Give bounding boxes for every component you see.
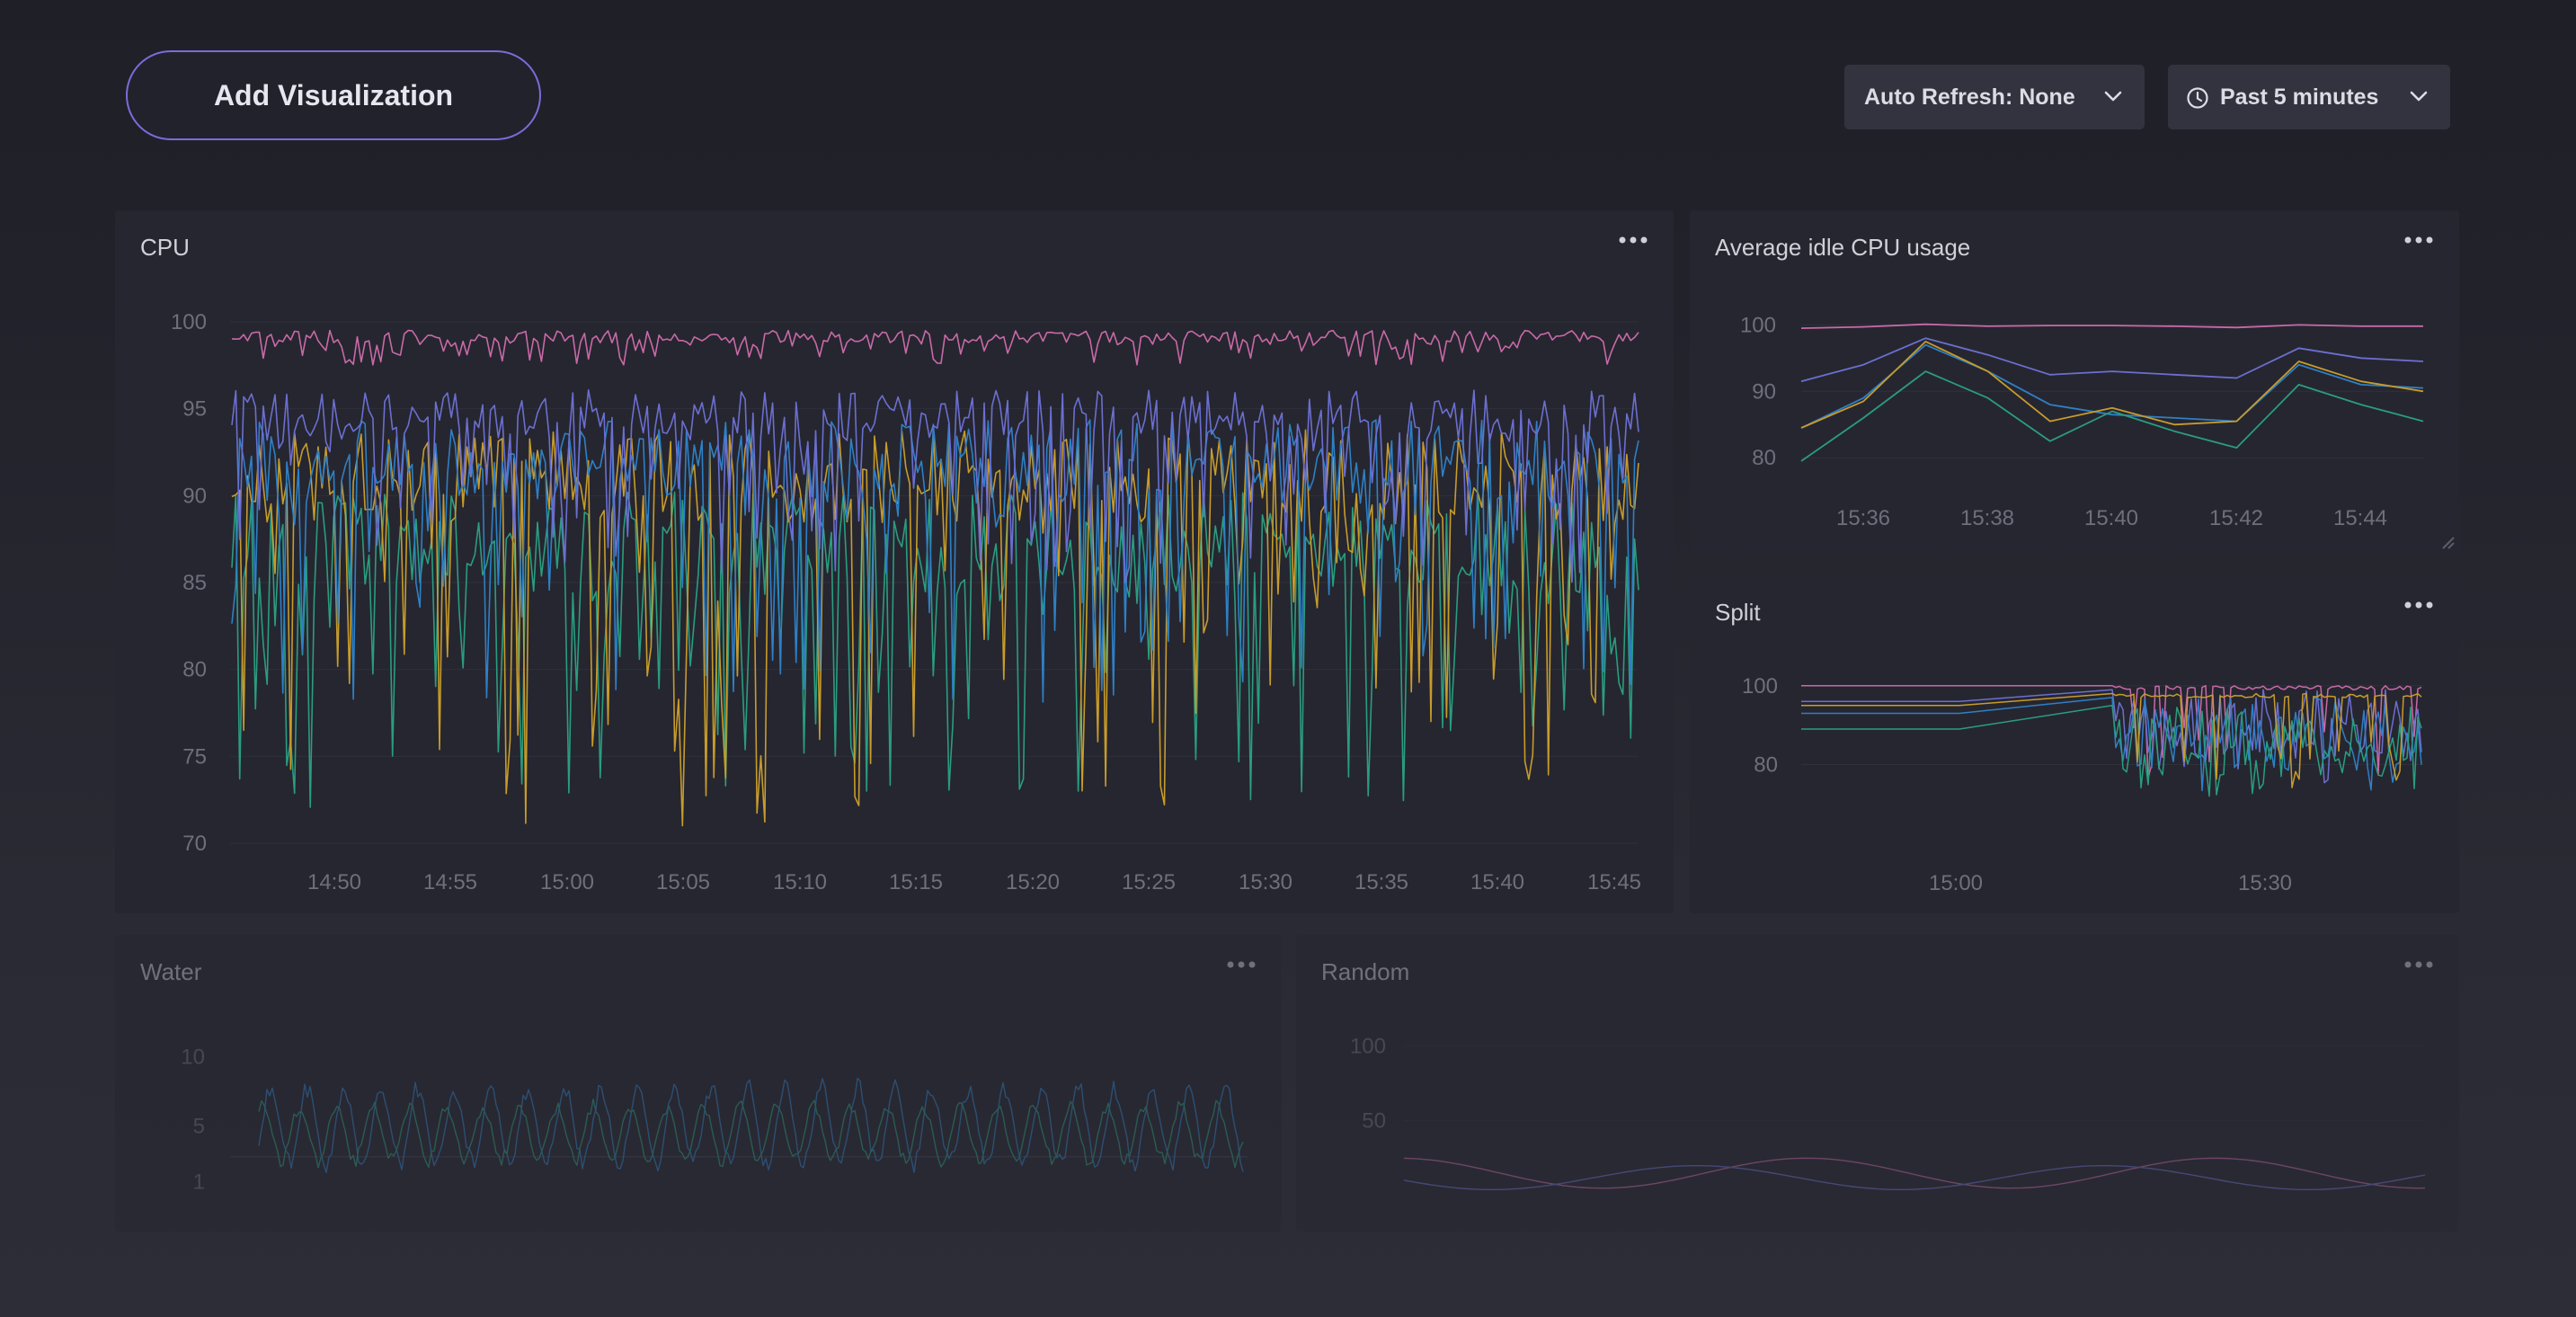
add-visualization-button[interactable]: Add Visualization [126,50,541,140]
y-tick-label: 50 [1362,1109,1386,1134]
y-tick-label: 80 [1752,446,1776,470]
y-tick-label: 10 [181,1045,205,1069]
auto-refresh-dropdown[interactable]: Auto Refresh: None [1844,65,2145,129]
y-tick-label: 75 [182,744,207,769]
x-tick-label: 15:45 [1587,870,1641,894]
y-tick-label: 100 [1350,1034,1386,1058]
x-tick-label: 15:44 [2333,506,2387,530]
chevron-down-icon [2104,91,2122,102]
split-chart: 100 80 15:00 15:30 [1742,674,2423,895]
x-tick-label: 15:10 [773,870,827,894]
y-tick-label: 70 [182,832,207,856]
avg-idle-cpu-chart: 100 90 80 15:36 15:38 15:40 15:42 15:44 [1740,313,2424,530]
x-tick-label: 15:42 [2209,506,2263,530]
x-tick-label: 15:40 [2084,506,2138,530]
avg-idle-cpu-panel: Average idle CPU usage 100 90 80 15:36 15:38… [1690,210,2459,554]
x-tick-label: 15:25 [1122,870,1176,894]
water-panel: Water 10 5 1 [115,935,1282,1232]
y-tick-label: 80 [182,658,207,682]
series-line [258,1098,1244,1169]
x-tick-label: 15:40 [1470,870,1524,894]
y-tick-label: 85 [182,571,207,595]
chevron-down-icon [2410,91,2428,102]
water-chart: 10 5 1 [181,1045,1248,1195]
x-tick-label: 14:50 [307,870,361,894]
auto-refresh-label: Auto Refresh: None [1864,84,2075,110]
y-tick-label: 1 [193,1170,205,1195]
x-tick-label: 14:55 [423,870,477,894]
y-tick-label: 80 [1754,753,1778,778]
y-tick-label: 90 [182,484,207,508]
cpu-panel: CPU 100 95 90 85 80 75 70 14:50 14:55 15:00 15:05 1… [115,210,1674,913]
series-line [231,329,1639,366]
series-line [1800,343,2424,429]
series-line [258,1077,1244,1173]
series-line [1800,323,2423,329]
x-tick-label: 15:35 [1355,870,1408,894]
y-tick-label: 100 [1740,313,1776,337]
x-tick-label: 15:00 [1929,871,1983,895]
clock-icon [2187,87,2208,109]
random-chart: 100 50 [1350,1034,2426,1190]
series-line [1800,370,2424,462]
y-tick-label: 95 [182,397,207,422]
cpu-chart: 100 95 90 85 80 75 70 14:50 14:55 15:00 15:05 15:10… [171,310,1641,894]
x-tick-label: 15:15 [889,870,943,894]
x-tick-label: 15:36 [1836,506,1890,530]
x-tick-label: 15:38 [1960,506,2014,530]
series-line [1403,1165,2426,1190]
y-tick-label: 100 [1742,674,1778,699]
x-tick-label: 15:30 [1239,870,1292,894]
random-panel: Random 100 50 [1296,935,2459,1232]
y-tick-label: 5 [193,1115,205,1139]
x-tick-label: 15:05 [656,870,710,894]
x-tick-label: 15:20 [1006,870,1060,894]
x-tick-label: 15:00 [540,870,594,894]
y-tick-label: 100 [171,310,207,334]
resize-handle-icon[interactable] [2438,532,2456,550]
time-range-dropdown[interactable]: Past 5 minutes [2168,65,2450,129]
time-range-label: Past 5 minutes [2220,84,2379,110]
split-panel: Split 100 80 15:00 15:30 [1690,575,2459,913]
y-tick-label: 90 [1752,379,1776,404]
series-line [1801,689,2422,784]
x-tick-label: 15:30 [2238,871,2292,895]
